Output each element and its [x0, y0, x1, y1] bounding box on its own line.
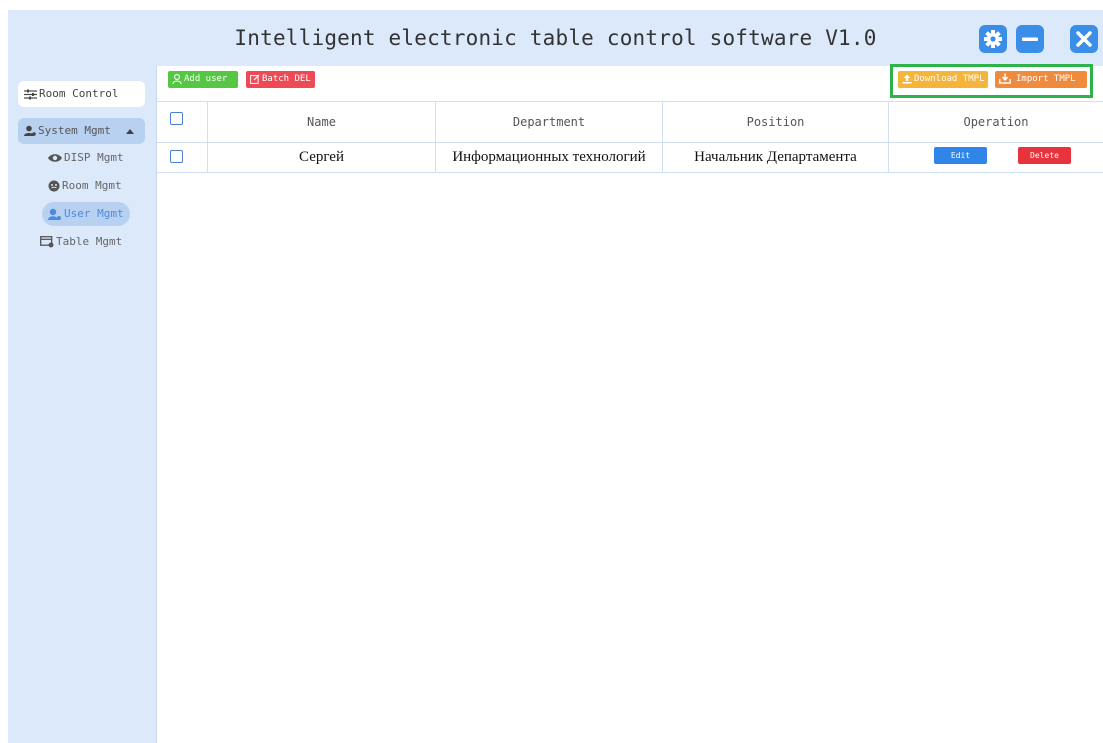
- download-icon: [999, 73, 1011, 84]
- header-department: Department: [435, 102, 662, 142]
- add-user-button[interactable]: Add user: [168, 71, 238, 88]
- user-gear-icon: [24, 125, 36, 136]
- delete-button[interactable]: Delete: [1018, 147, 1071, 164]
- minimize-button[interactable]: [1016, 25, 1044, 53]
- header-name: Name: [207, 102, 435, 142]
- header-department-label: Department: [512, 115, 586, 129]
- cell-operation: Edit Delete: [888, 142, 1103, 172]
- upload-icon: [902, 74, 912, 83]
- download-template-label: Download TMPL: [914, 74, 985, 84]
- room-mgmt-label: Room Mgmt: [62, 179, 122, 192]
- cell-position: Начальник Департамента: [662, 142, 888, 172]
- sidebar-item-system-mgmt[interactable]: System Mgmt: [18, 118, 145, 144]
- header-operation: Operation: [888, 102, 1103, 142]
- room-control-label: Room Control: [39, 87, 119, 100]
- download-template-button[interactable]: Download TMPL: [898, 71, 988, 88]
- import-template-label: Import TMPL: [1016, 74, 1076, 84]
- eye-icon: [48, 154, 62, 162]
- edit-icon: [250, 74, 260, 84]
- caret-up-icon: [126, 129, 135, 134]
- table-row: Сергей Информационных технологий Начальн…: [157, 142, 1103, 173]
- sidebar-item-room-mgmt[interactable]: Room Mgmt: [42, 174, 128, 198]
- title-bar: Intelligent electronic table control sof…: [8, 10, 1103, 66]
- sliders-icon: [24, 89, 37, 99]
- system-mgmt-label: System Mgmt: [38, 124, 111, 137]
- select-all-checkbox[interactable]: [169, 111, 183, 125]
- sidebar-item-room-control[interactable]: Room Control: [18, 81, 145, 107]
- import-template-button[interactable]: Import TMPL: [995, 71, 1087, 88]
- cell-position-text: Начальник Департамента: [694, 148, 857, 165]
- user-icon: [172, 73, 182, 84]
- users-icon: [48, 208, 61, 220]
- face-icon: [48, 180, 60, 192]
- cell-name: Сергей: [207, 142, 435, 172]
- cell-department-text: Информационных технологий: [452, 148, 646, 165]
- sidebar-item-disp-mgmt[interactable]: DISP Mgmt: [42, 146, 130, 170]
- batch-delete-label: Batch DEL: [262, 74, 311, 84]
- minus-icon: [1022, 37, 1038, 41]
- table-mgmt-label: Table Mgmt: [56, 235, 123, 248]
- close-button[interactable]: [1070, 25, 1098, 53]
- sidebar-item-table-mgmt[interactable]: Table Mgmt: [34, 230, 128, 254]
- header-checkbox-cell: [157, 102, 207, 142]
- row-checkbox-cell: [157, 142, 207, 172]
- cell-department: Информационных технологий: [435, 142, 662, 172]
- batch-delete-button[interactable]: Batch DEL: [246, 71, 315, 88]
- app-title: Intelligent electronic table control sof…: [234, 26, 877, 50]
- header-position: Position: [662, 102, 888, 142]
- sidebar: Room Control System Mgmt DISP Mgmt Room …: [8, 66, 157, 743]
- gear-icon: [984, 30, 1002, 48]
- edit-button[interactable]: Edit: [934, 147, 987, 164]
- table-icon: [40, 236, 54, 248]
- user-mgmt-label: User Mgmt: [64, 207, 124, 220]
- row-checkbox[interactable]: [169, 149, 183, 163]
- sidebar-item-user-mgmt[interactable]: User Mgmt: [42, 202, 130, 226]
- header-position-label: Position: [746, 115, 805, 129]
- table-header: Name Department Position Operation: [157, 101, 1103, 143]
- header-name-label: Name: [307, 115, 336, 129]
- disp-mgmt-label: DISP Mgmt: [64, 151, 124, 164]
- add-user-label: Add user: [184, 74, 228, 84]
- cell-name-text: Сергей: [299, 148, 344, 165]
- header-operation-label: Operation: [963, 115, 1029, 129]
- settings-button[interactable]: [979, 25, 1007, 53]
- close-icon: [1076, 31, 1092, 47]
